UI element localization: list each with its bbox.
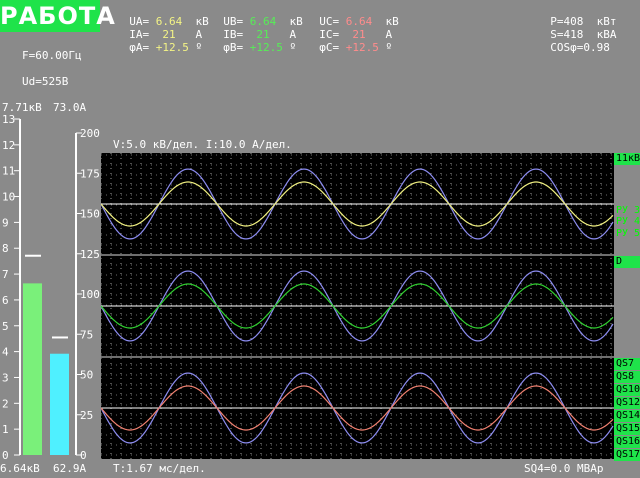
voltage-tick-label: 6 <box>2 294 9 307</box>
phic-label: φC= <box>319 41 340 54</box>
phib-readout: φB= +12.5 º <box>210 31 296 53</box>
phib-label: φB= <box>223 41 244 54</box>
voltage-tick-label: 1 <box>2 423 9 436</box>
reactive-power-readout: SQ4=0.0 МВАр <box>524 462 604 475</box>
current-tick-label: 50 <box>80 369 93 382</box>
status-badge: РАБОТА <box>0 0 116 32</box>
tag-qs7: QS7 <box>614 358 640 370</box>
voltage-tick-label: 4 <box>2 346 9 359</box>
voltage-tick-label: 3 <box>2 371 9 384</box>
voltage-scale: 131211109876543210 <box>2 113 42 462</box>
voltage-tick-label: 5 <box>2 320 9 333</box>
tag-d: D <box>614 256 640 268</box>
tag-qs12: QS12 <box>614 397 640 409</box>
phia-value: +12.5 <box>155 41 189 54</box>
voltage-gauge: 13 12 11 10 9 8 7 6 5 4 3 2 1 0 <box>0 113 48 462</box>
tag-qs8: QS8 <box>614 371 640 383</box>
tag-qs16: QS16 <box>614 436 640 448</box>
current-tick-label: 175 <box>80 167 100 180</box>
voltage-tick-label: 10 <box>2 191 15 204</box>
voltage-tick-label: 13 <box>2 113 15 126</box>
current-scale: 200 175 150 125 100 75 50 25 0 <box>50 127 100 462</box>
phic-value: +12.5 <box>345 41 379 54</box>
current-tick-label: 150 <box>80 208 100 221</box>
scope-scale-text: V:5.0 кВ/дел. I:10.0 А/дел. <box>113 138 292 151</box>
cos-value: 0.98 <box>583 41 610 54</box>
voltage-tick-label: 7 <box>2 268 9 281</box>
current-tick-label: 75 <box>80 328 93 341</box>
voltage-tick-label: 12 <box>2 139 15 152</box>
current-max-label: 73.0А <box>53 101 87 114</box>
current-gauge: 200 175 150 125 100 75 50 25 0 <box>48 127 100 462</box>
current-tick-label: 200 <box>80 127 100 140</box>
voltage-tick-label: 11 <box>2 165 15 178</box>
tag-ru5: РУ 5 <box>616 228 640 239</box>
phib-value: +12.5 <box>249 41 283 54</box>
phia-label: φA= <box>129 41 150 54</box>
current-tick-label: 25 <box>80 409 93 422</box>
ud-readout: Ud=525В <box>22 75 69 88</box>
oscilloscope-canvas <box>101 153 614 459</box>
current-bottom-label: 62.9А <box>53 462 87 475</box>
phia-unit: º <box>195 41 203 54</box>
voltage-tick-label: 9 <box>2 216 9 229</box>
current-tick-label: 100 <box>80 288 100 301</box>
current-tick-label: 125 <box>80 248 100 261</box>
phia-readout: φA= +12.5 º <box>116 31 202 53</box>
tag-qs10: QS10 <box>614 384 640 396</box>
cos-label: COSφ= <box>550 41 584 54</box>
tag-qs14: QS14 <box>614 410 640 422</box>
oscilloscope-display <box>101 153 614 459</box>
phic-readout: φC= +12.5 º <box>306 31 392 53</box>
voltage-tick-label: 2 <box>2 397 9 410</box>
tag-qs15: QS15 <box>614 423 640 435</box>
voltage-tick-label: 8 <box>2 242 9 255</box>
time-scale-text: T:1.67 мс/дел. <box>113 462 206 475</box>
tag-ru4: РУ 4 <box>616 216 640 227</box>
frequency-readout: F=60.00Гц <box>22 49 82 62</box>
voltage-tick-label: 0 <box>2 449 9 462</box>
voltage-bottom-label: 6.64кВ <box>0 462 40 475</box>
cos-readout: COSφ=0.98 <box>537 31 610 53</box>
tag-qs17: QS17 <box>614 449 640 461</box>
phib-unit: º <box>289 41 297 54</box>
voltage-bar <box>23 283 42 455</box>
current-tick-label: 0 <box>80 449 87 462</box>
phic-unit: º <box>385 41 393 54</box>
voltage-max-label: 7.71кВ <box>2 101 42 114</box>
tag-11kv: 11кВ <box>614 153 640 165</box>
current-bar <box>50 353 69 455</box>
